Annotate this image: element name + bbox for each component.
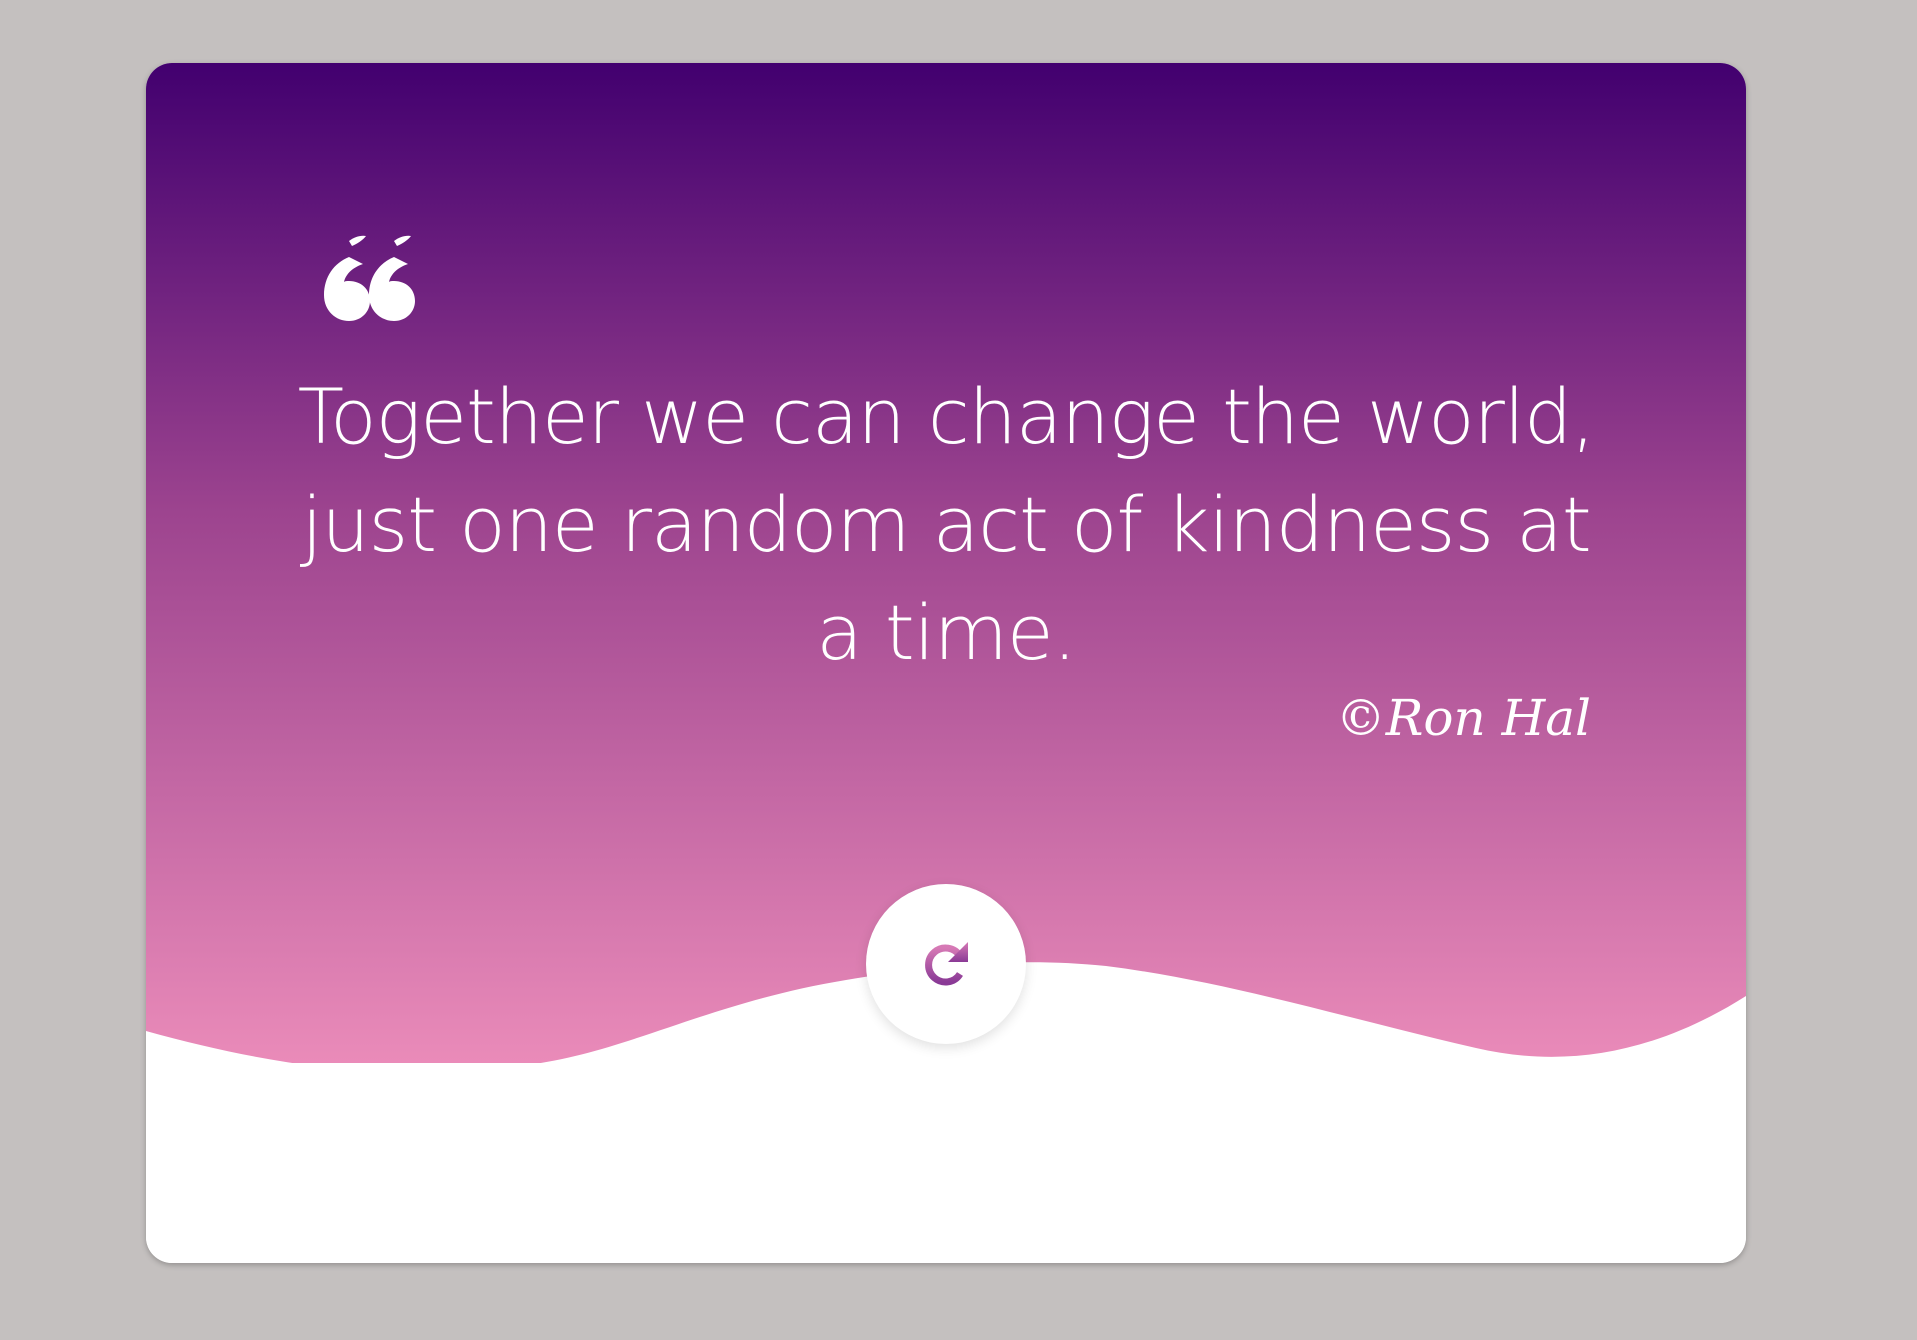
quote-open-icon (324, 235, 415, 321)
quote-card: Together we can change the world, just o… (146, 63, 1746, 1263)
new-quote-button[interactable] (866, 884, 1026, 1044)
quote-author: ©Ron Hal (1335, 689, 1591, 747)
refresh-icon (925, 942, 968, 986)
quote-text: Together we can change the world, just o… (297, 372, 1596, 677)
